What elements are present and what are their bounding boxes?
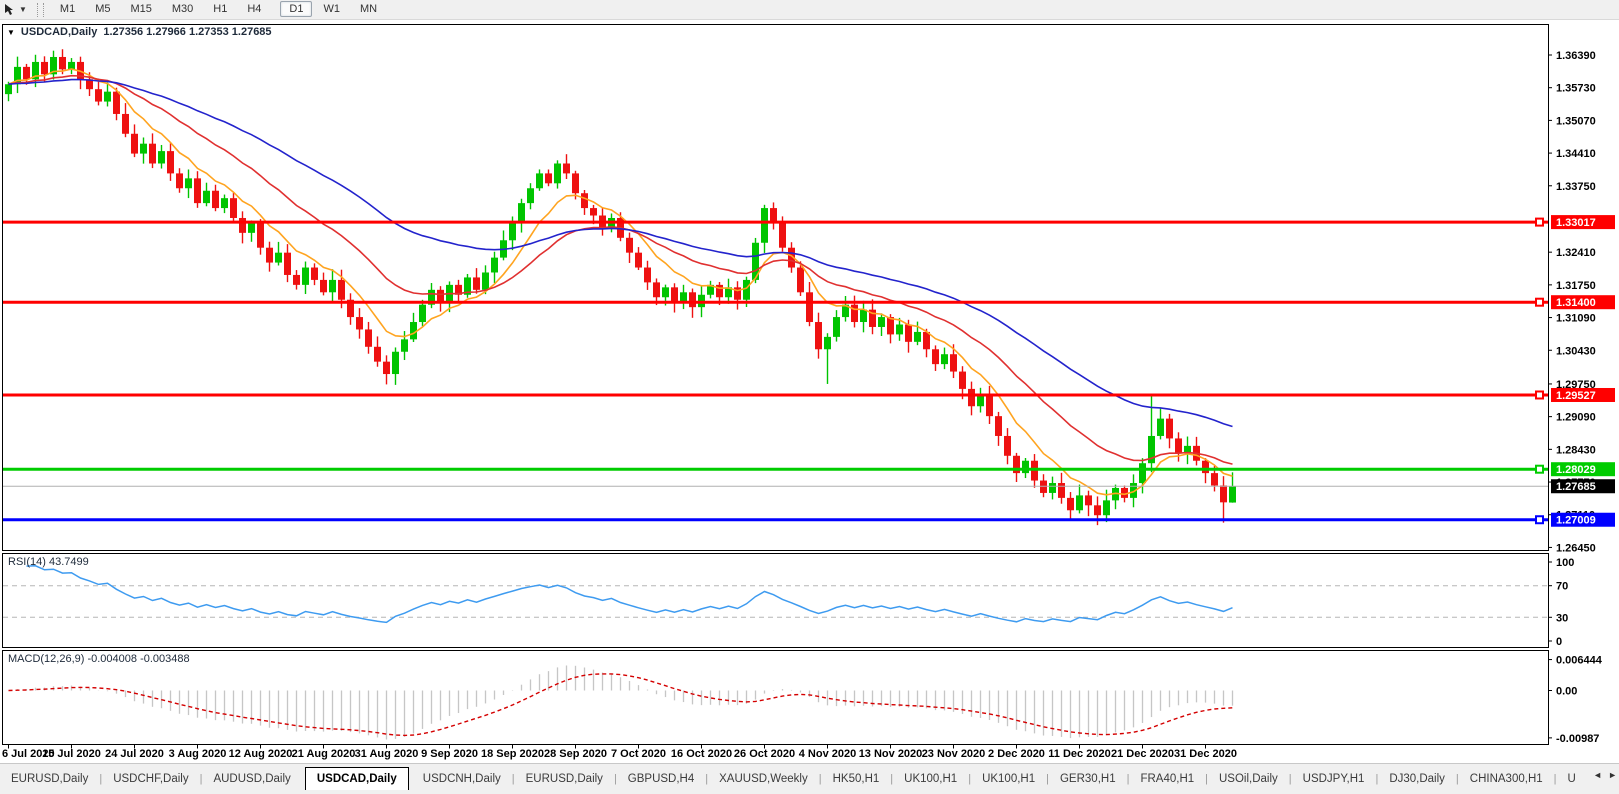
tab-uk100-h1[interactable]: UK100,H1 <box>893 767 968 790</box>
tab-usdjpy-h1[interactable]: USDJPY,H1 <box>1292 767 1376 790</box>
timeframe-button-m30[interactable]: M30 <box>163 1 202 17</box>
date-tick-label: 3 Aug 2020 <box>169 748 227 760</box>
price-tick-label: 1.31090 <box>1556 313 1596 325</box>
tab-xauusd-weekly[interactable]: XAUUSD,Weekly <box>708 767 819 790</box>
tab-ger30-h1[interactable]: GER30,H1 <box>1049 767 1127 790</box>
tab-fra40-h1[interactable]: FRA40,H1 <box>1129 767 1205 790</box>
timeframe-button-m1[interactable]: M1 <box>51 1 84 17</box>
tab-scroll-left-icon[interactable]: ◄ <box>1593 770 1602 780</box>
date-tick-label: 23 Nov 2020 <box>922 748 986 760</box>
hline-price-badge-label: 1.31400 <box>1556 297 1596 309</box>
tab-usoil-daily[interactable]: USOil,Daily <box>1208 767 1289 790</box>
chart-area[interactable]: 1.36390 1.35730 1.35070 1.34410 1.33750 1.324… <box>0 20 1619 763</box>
tab-scroll-right-icon[interactable]: ► <box>1608 770 1617 780</box>
timeframe-button-mn[interactable]: MN <box>351 1 386 17</box>
cursor-tool-caret-icon[interactable]: ▼ <box>19 5 27 14</box>
hline-handle[interactable] <box>1536 391 1543 398</box>
macd-tick-label: 0.00 <box>1556 686 1577 698</box>
date-tick-label: 21 Aug 2020 <box>292 748 356 760</box>
tab-dj30-daily[interactable]: DJ30,Daily <box>1378 767 1456 790</box>
tab-gbpusd-h4[interactable]: GBPUSD,H4 <box>617 767 705 790</box>
price-tick-label: 1.31750 <box>1556 280 1596 292</box>
date-tick-label: 13 Nov 2020 <box>859 748 923 760</box>
date-tick-label: 26 Oct 2020 <box>734 748 795 760</box>
macd-tick-label: 0.006444 <box>1556 655 1603 667</box>
hline-price-badge-label: 1.27009 <box>1556 515 1596 527</box>
tab-eurusd-daily[interactable]: EURUSD,Daily <box>0 767 99 790</box>
tab-hk50-h1[interactable]: HK50,H1 <box>822 767 891 790</box>
toolbar-grip-handle[interactable] <box>37 3 44 17</box>
date-tick-label: 28 Sep 2020 <box>544 748 607 760</box>
rsi-indicator-label: RSI(14) 43.7499 <box>8 556 89 568</box>
tab-usdcad-daily[interactable]: USDCAD,Daily <box>305 767 409 790</box>
date-tick-label: 15 Jul 2020 <box>42 748 101 760</box>
rsi-tick-label: 100 <box>1556 557 1574 569</box>
rsi-tick-label: 0 <box>1556 636 1562 648</box>
macd-tick-label: -0.00987 <box>1556 733 1599 745</box>
rsi-tick-label: 70 <box>1556 581 1568 593</box>
price-tick-label: 1.36390 <box>1556 50 1596 62</box>
date-tick-label: 2 Dec 2020 <box>988 748 1045 760</box>
timeframe-button-m15[interactable]: M15 <box>121 1 160 17</box>
date-tick-label: 18 Sep 2020 <box>481 748 544 760</box>
date-tick-label: 21 Dec 2020 <box>1111 748 1174 760</box>
timeframe-button-h1[interactable]: H1 <box>204 1 236 17</box>
timeframe-button-h4[interactable]: H4 <box>238 1 270 17</box>
hline-price-badge-label: 1.29527 <box>1556 390 1596 402</box>
tab-eurusd-daily[interactable]: EURUSD,Daily <box>515 767 614 790</box>
price-tick-label: 1.30430 <box>1556 345 1596 357</box>
tab-audusd-daily[interactable]: AUDUSD,Daily <box>202 767 301 790</box>
macd-indicator-label: MACD(12,26,9) -0.004008 -0.003488 <box>8 653 190 665</box>
date-tick-label: 11 Dec 2020 <box>1048 748 1110 760</box>
hline-price-badge-label: 1.28029 <box>1556 464 1596 476</box>
date-tick-label: 7 Oct 2020 <box>611 748 666 760</box>
date-tick-label: 4 Nov 2020 <box>799 748 856 760</box>
date-tick-label: 16 Oct 2020 <box>671 748 732 760</box>
tab-china300-h1[interactable]: CHINA300,H1 <box>1459 767 1554 790</box>
price-tick-label: 1.34410 <box>1556 148 1596 160</box>
date-tick-label: 12 Aug 2020 <box>229 748 293 760</box>
price-tick-label: 1.35730 <box>1556 83 1596 95</box>
tab-usdcnh-daily[interactable]: USDCNH,Daily <box>412 767 512 790</box>
price-chart-canvas[interactable]: 1.36390 1.35730 1.35070 1.34410 1.33750 1.324… <box>0 20 1619 763</box>
chart-tabs: EURUSD,Daily|USDCHF,Daily|AUDUSD,Daily U… <box>0 767 1578 790</box>
date-tick-label: 31 Dec 2020 <box>1174 748 1237 760</box>
date-tick-label: 24 Jul 2020 <box>105 748 164 760</box>
date-tick-label: 9 Sep 2020 <box>421 748 478 760</box>
chart-symbol-label: USDCAD,Daily <box>21 26 97 38</box>
mt4-window: ▼ M1M5M15M30H1H4D1W1MN 1.363901.357301.3… <box>0 0 1619 794</box>
rsi-tick-label: 30 <box>1556 612 1568 624</box>
hline-handle[interactable] <box>1536 219 1543 226</box>
timeframe-button-d1[interactable]: D1 <box>280 1 312 17</box>
timeframe-button-w1[interactable]: W1 <box>314 1 349 17</box>
hline-price-badge-label: 1.33017 <box>1556 217 1596 229</box>
date-tick-label: 31 Aug 2020 <box>355 748 419 760</box>
timeframe-buttons: M1M5M15M30H1H4 D1W1MN <box>50 3 387 16</box>
hline-handle[interactable] <box>1536 466 1543 473</box>
tab-u[interactable]: U <box>1557 767 1578 790</box>
price-tick-label: 1.26450 <box>1556 542 1596 554</box>
tab-scroll-arrows: ◄ ► <box>1593 770 1617 780</box>
tab-uk100-h1[interactable]: UK100,H1 <box>971 767 1046 790</box>
chart-tab-bar: EURUSD,Daily|USDCHF,Daily|AUDUSD,Daily U… <box>0 763 1619 794</box>
price-tick-label: 1.35070 <box>1556 115 1596 127</box>
current-price-badge-label: 1.27685 <box>1556 481 1596 493</box>
chart-ohlc-values: 1.27356 1.27966 1.27353 1.27685 <box>103 26 271 38</box>
price-tick-label: 1.33750 <box>1556 181 1596 193</box>
main-price-panel[interactable] <box>3 25 1549 551</box>
hline-handle[interactable] <box>1536 299 1543 306</box>
rsi-panel[interactable] <box>3 554 1549 648</box>
symbol-caret-icon[interactable]: ▼ <box>7 28 15 37</box>
chart-title: ▼ USDCAD,Daily 1.27356 1.27966 1.27353 1… <box>7 26 272 38</box>
hline-handle[interactable] <box>1536 516 1543 523</box>
timeframe-toolbar: ▼ M1M5M15M30H1H4 D1W1MN <box>0 0 1619 20</box>
price-tick-label: 1.29090 <box>1556 412 1596 424</box>
price-tick-label: 1.28430 <box>1556 444 1596 456</box>
tab-usdchf-daily[interactable]: USDCHF,Daily <box>102 767 199 790</box>
cursor-tool-icon[interactable] <box>3 3 16 16</box>
price-tick-label: 1.32410 <box>1556 247 1596 259</box>
timeframe-button-m5[interactable]: M5 <box>86 1 119 17</box>
